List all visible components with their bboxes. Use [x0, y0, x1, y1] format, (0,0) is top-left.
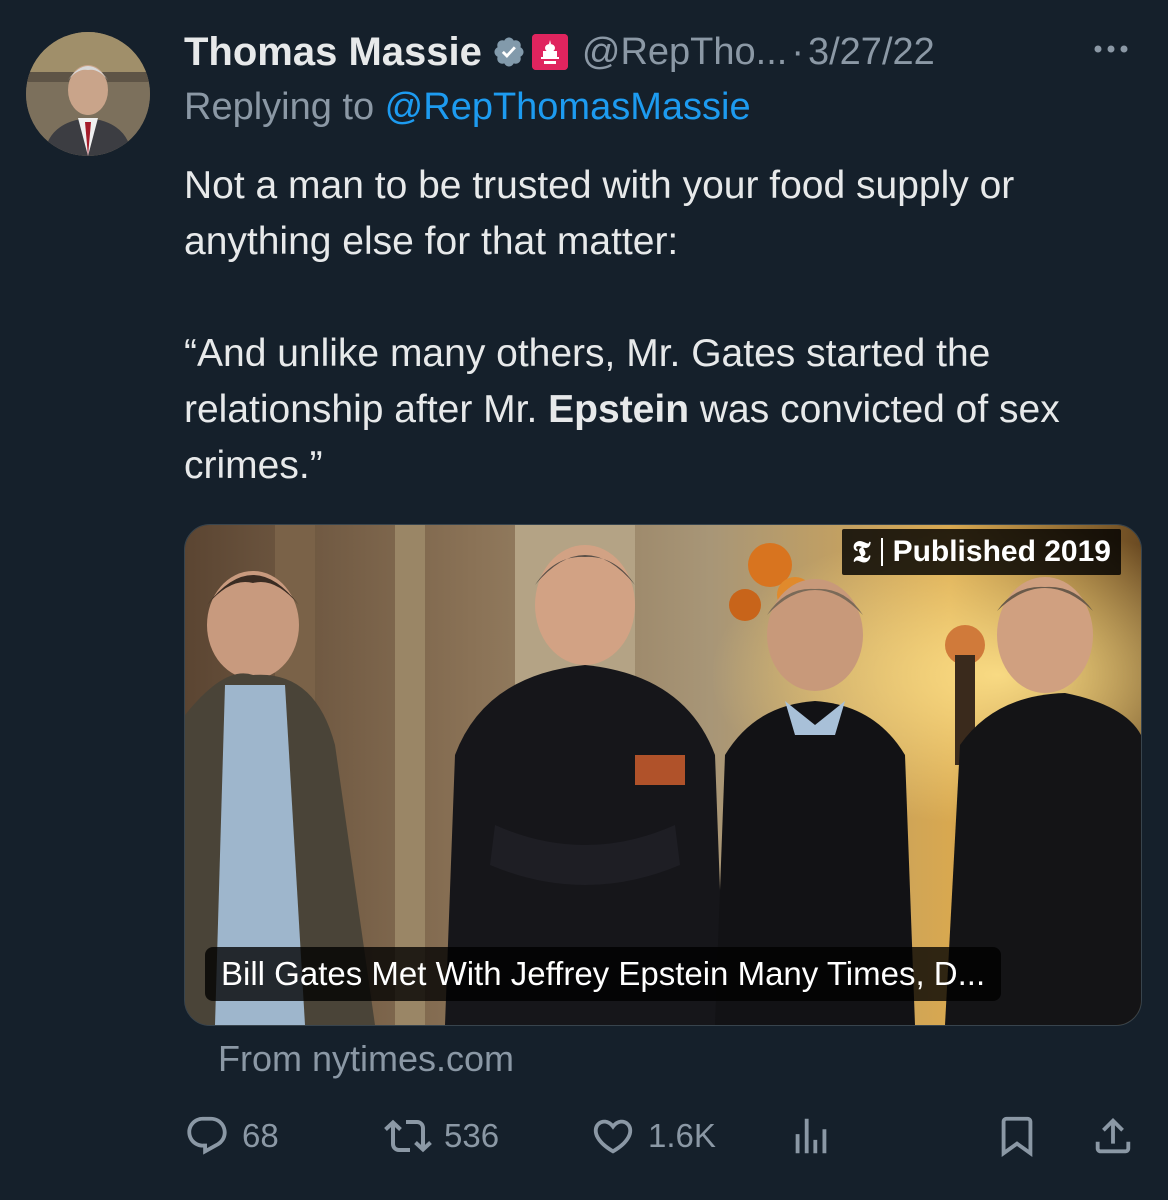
government-badge-icon: [531, 34, 568, 70]
published-badge: 𝕿 Published 2019: [842, 529, 1121, 575]
tweet-text-intro: Not a man to be trusted with your food s…: [184, 164, 1015, 263]
more-icon[interactable]: [1086, 34, 1136, 64]
tweet-header: Thomas Massie @RepTho... · 3/27/22: [184, 26, 1148, 78]
share-button[interactable]: [1090, 1108, 1136, 1164]
views-icon: [795, 1118, 827, 1154]
reply-icon: [187, 1116, 227, 1155]
like-count: 1.6K: [648, 1117, 716, 1154]
like-icon: [593, 1119, 633, 1154]
bookmark-icon: [1001, 1116, 1033, 1157]
card-title[interactable]: Bill Gates Met With Jeffrey Epstein Many…: [205, 947, 1002, 1001]
link-preview-card[interactable]: 𝕿 Published 2019 Bill Gates Met With Jef…: [184, 524, 1142, 1026]
reply-count: 68: [242, 1117, 279, 1154]
badge-divider: [880, 538, 883, 566]
action-bar: 68 536 1.6K: [184, 1108, 1144, 1164]
share-icon: [1095, 1117, 1131, 1154]
replying-to-line: Replying to @RepThomasMassie: [184, 86, 751, 129]
tweet-text-quote: “And unlike many others, Mr. Gates start…: [184, 326, 1144, 494]
tweet-text: Not a man to be trusted with your food s…: [184, 158, 1144, 494]
author-name[interactable]: Thomas Massie: [184, 30, 482, 75]
tweet: Thomas Massie @RepTho... · 3/27/22 Reply…: [0, 0, 1168, 1200]
nyt-logo-icon: 𝕿: [852, 534, 871, 570]
bookmark-button[interactable]: [994, 1108, 1040, 1164]
retweet-icon: [384, 1119, 432, 1153]
separator-dot: ·: [791, 30, 804, 73]
author-handle[interactable]: @RepTho...: [582, 31, 787, 74]
retweet-button[interactable]: 536: [384, 1108, 499, 1164]
reply-button[interactable]: 68: [184, 1108, 279, 1164]
retweet-count: 536: [444, 1117, 500, 1154]
tweet-date[interactable]: 3/27/22: [808, 31, 935, 74]
like-button[interactable]: 1.6K: [590, 1108, 716, 1164]
quote-bold-word: Epstein: [548, 388, 690, 431]
replying-to-mention[interactable]: @RepThomasMassie: [385, 86, 751, 128]
card-source[interactable]: From nytimes.com: [218, 1038, 514, 1080]
verified-icon: [492, 35, 526, 69]
views-button[interactable]: [788, 1108, 834, 1164]
avatar-image: [26, 32, 150, 156]
replying-to-label: Replying to: [184, 86, 385, 128]
avatar[interactable]: [26, 32, 150, 156]
published-label: Published 2019: [892, 535, 1111, 568]
